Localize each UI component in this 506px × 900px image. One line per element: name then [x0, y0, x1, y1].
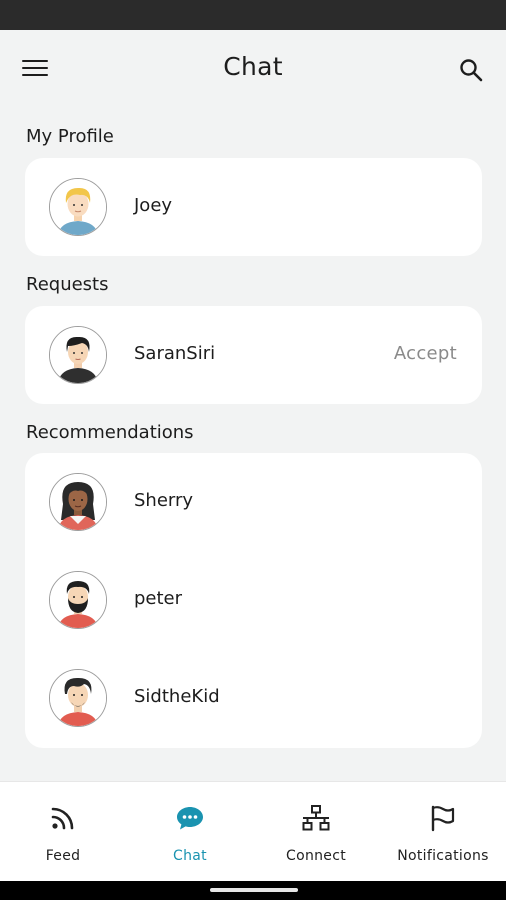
avatar: [49, 326, 107, 384]
profile-row[interactable]: Joey: [25, 158, 482, 256]
bottom-nav: Feed Chat Connect Notifications: [0, 781, 506, 882]
section-label-my-profile: My Profile: [26, 126, 114, 147]
rss-icon: [51, 807, 74, 830]
nav-label-connect: Connect: [286, 848, 346, 864]
avatar: [49, 178, 107, 236]
avatar-saransiri-icon: [50, 327, 106, 383]
nav-label-chat: Chat: [173, 848, 207, 864]
profile-card[interactable]: Joey: [25, 158, 482, 256]
home-indicator[interactable]: [210, 888, 298, 892]
search-button[interactable]: [458, 57, 484, 83]
network-icon: [302, 805, 330, 831]
app-bar: Chat: [0, 30, 506, 106]
search-icon: [460, 59, 483, 82]
request-name: SaranSiri: [134, 343, 216, 364]
nav-item-chat[interactable]: Chat: [140, 782, 240, 882]
recommendations-card: Sherry peter SidtheKid: [25, 453, 482, 748]
list-item-name: SidtheKid: [134, 686, 220, 707]
nav-label-feed: Feed: [45, 848, 81, 864]
system-nav-bar: [0, 881, 506, 900]
nav-item-feed[interactable]: Feed: [13, 782, 113, 882]
profile-name: Joey: [134, 195, 173, 216]
nav-item-connect[interactable]: Connect: [266, 782, 366, 882]
page-title: Chat: [223, 52, 283, 81]
nav-item-notifications[interactable]: Notifications: [388, 782, 498, 882]
section-label-recommendations: Recommendations: [26, 422, 194, 443]
avatar-peter-icon: [50, 572, 106, 628]
list-item-name: Sherry: [134, 490, 194, 511]
requests-card: SaranSiri Accept: [25, 306, 482, 404]
list-item[interactable]: peter: [25, 551, 482, 649]
avatar-sherry-icon: [50, 474, 106, 530]
avatar: [49, 473, 107, 531]
avatar-sidthekid-icon: [50, 670, 106, 726]
list-item-name: peter: [134, 588, 183, 609]
list-item[interactable]: Sherry: [25, 453, 482, 551]
nav-label-notifications: Notifications: [397, 848, 489, 864]
section-label-requests: Requests: [26, 274, 109, 295]
avatar: [49, 571, 107, 629]
accept-button[interactable]: Accept: [394, 343, 457, 364]
request-row[interactable]: SaranSiri Accept: [25, 306, 482, 404]
flag-icon: [431, 805, 455, 832]
avatar-joey-icon: [50, 179, 106, 235]
chat-bubble-icon: [177, 807, 203, 830]
list-item[interactable]: SidtheKid: [25, 649, 482, 747]
avatar: [49, 669, 107, 727]
status-bar: [0, 0, 506, 30]
